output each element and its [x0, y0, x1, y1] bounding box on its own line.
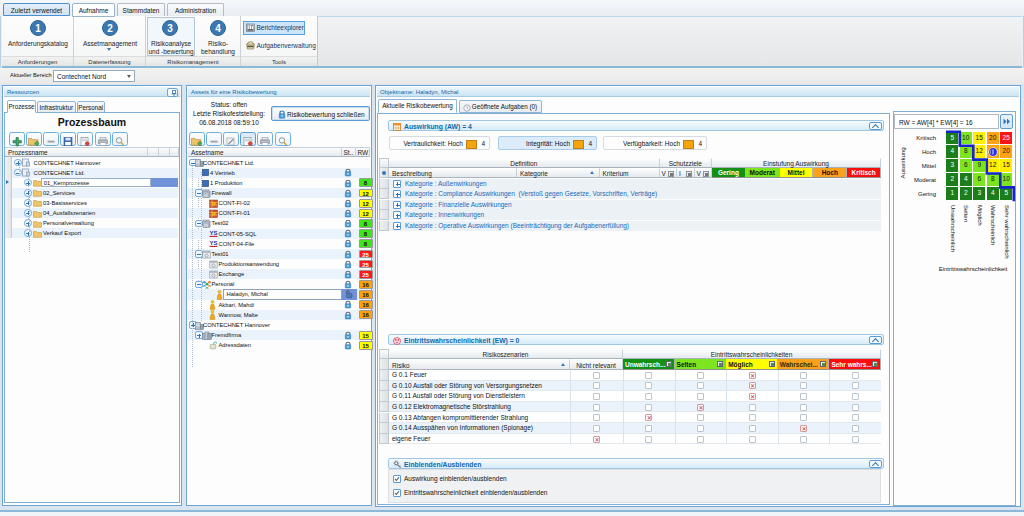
svg-text:YS: YS — [209, 240, 217, 246]
svg-text:YS: YS — [209, 230, 217, 236]
